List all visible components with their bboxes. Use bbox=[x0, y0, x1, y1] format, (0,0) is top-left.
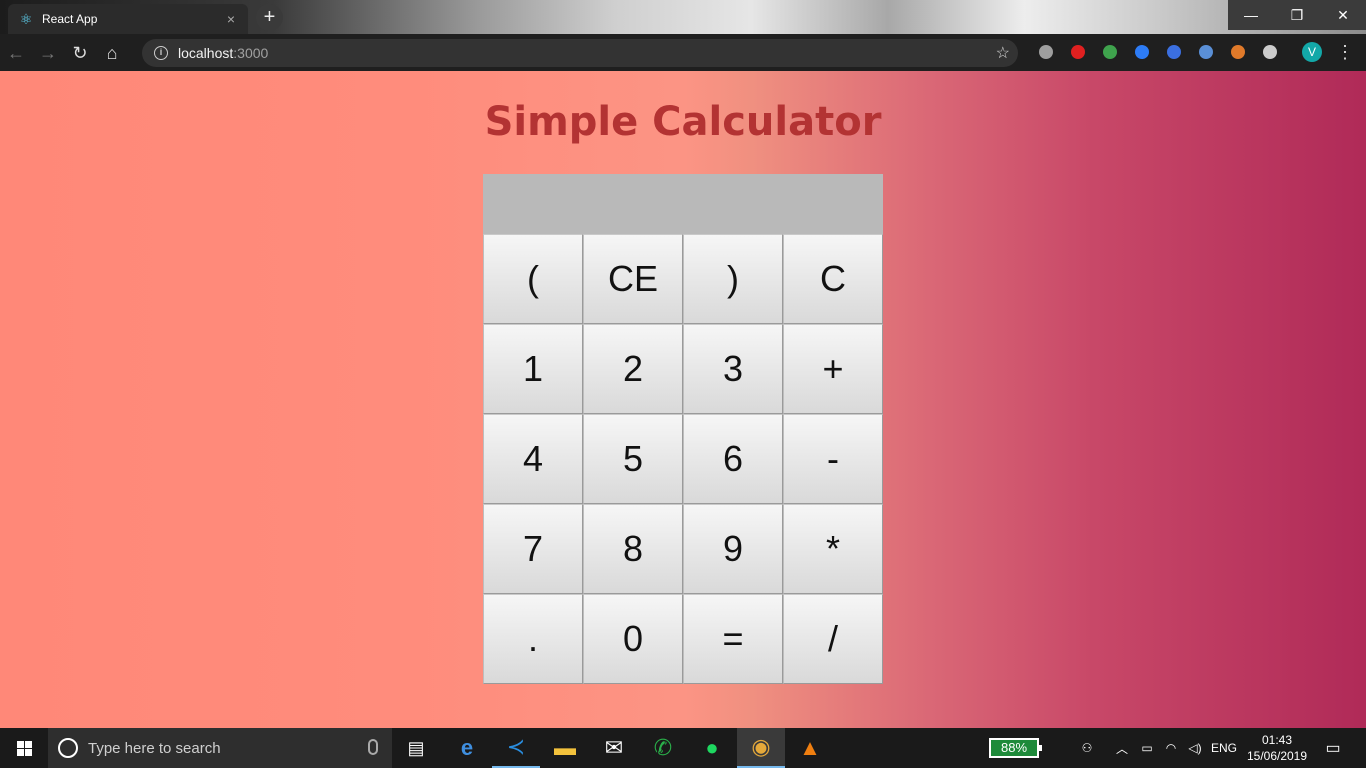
calc-key-13[interactable]: 8 bbox=[583, 504, 683, 594]
battery-icon[interactable]: ▭ bbox=[1136, 728, 1158, 768]
extension-circle-icon[interactable] bbox=[1190, 41, 1222, 63]
url-host: localhost bbox=[178, 45, 234, 61]
taskbar: Type here to search ▤ e ≺ ▬ ✉ ✆ ● ◉ ▲ 88… bbox=[0, 728, 1366, 768]
microphone-icon[interactable] bbox=[368, 739, 378, 755]
calc-key-8[interactable]: 4 bbox=[483, 414, 583, 504]
extension-docs-icon[interactable] bbox=[1030, 41, 1062, 63]
browser-menu-icon[interactable]: ⋮ bbox=[1336, 39, 1354, 65]
clock-time: 01:43 bbox=[1261, 733, 1293, 747]
chrome-icon[interactable]: ◉ bbox=[737, 728, 785, 768]
extension-colorful-icon[interactable] bbox=[1094, 41, 1126, 63]
forward-button[interactable]: → bbox=[32, 38, 64, 68]
react-icon: ⚛ bbox=[19, 11, 33, 27]
page-title: Simple Calculator bbox=[484, 99, 882, 145]
calculator-keypad: (CE) C 1 2 3 +4 5 6- 7 8 9 *. 0 = / bbox=[483, 234, 883, 684]
calc-key-2[interactable]: ) bbox=[683, 234, 783, 324]
volume-icon[interactable]: ◁) bbox=[1184, 728, 1206, 768]
spotify-icon[interactable]: ● bbox=[688, 728, 736, 768]
search-placeholder: Type here to search bbox=[88, 739, 221, 757]
wifi-icon[interactable]: ◠ bbox=[1160, 728, 1182, 768]
calc-key-5[interactable]: 2 bbox=[583, 324, 683, 414]
calc-key-12[interactable]: 7 bbox=[483, 504, 583, 594]
extension-messenger-icon[interactable] bbox=[1126, 41, 1158, 63]
start-button[interactable] bbox=[0, 728, 48, 768]
file-explorer-icon[interactable]: ▬ bbox=[541, 728, 589, 768]
windows-logo-icon bbox=[16, 740, 32, 756]
close-window-button[interactable]: ✕ bbox=[1320, 0, 1366, 30]
calc-key-15[interactable]: * bbox=[783, 504, 883, 594]
battery-indicator[interactable]: 88% bbox=[989, 738, 1042, 758]
url-port: :3000 bbox=[233, 45, 269, 61]
calc-key-9[interactable]: 5 bbox=[583, 414, 683, 504]
notifications-icon[interactable]: ▭ bbox=[1318, 728, 1348, 768]
extensions-bar bbox=[1030, 41, 1286, 63]
site-info-icon[interactable]: i bbox=[154, 46, 168, 60]
home-button[interactable]: ⌂ bbox=[96, 38, 128, 68]
calculator: (CE) C 1 2 3 +4 5 6- 7 8 9 *. 0 = / bbox=[483, 174, 883, 684]
mail-icon[interactable]: ✉ bbox=[590, 728, 638, 768]
whatsapp-icon[interactable]: ✆ bbox=[639, 728, 687, 768]
calc-key-0[interactable]: ( bbox=[483, 234, 583, 324]
new-tab-button[interactable]: + bbox=[256, 4, 283, 31]
maximize-button[interactable]: ❐ bbox=[1274, 0, 1320, 30]
calculator-display bbox=[483, 174, 883, 234]
calc-key-1[interactable]: CE bbox=[583, 234, 683, 324]
show-hidden-icons-chevron-icon[interactable]: ︿ bbox=[1112, 728, 1132, 768]
minimize-button[interactable]: — bbox=[1228, 0, 1274, 30]
calc-key-18[interactable]: = bbox=[683, 594, 783, 684]
back-button[interactable]: ← bbox=[0, 38, 32, 68]
taskbar-search[interactable]: Type here to search bbox=[48, 728, 392, 768]
extension-messenger2-icon[interactable] bbox=[1158, 41, 1190, 63]
bookmark-star-icon[interactable]: ☆ bbox=[996, 43, 1010, 63]
extension-owl-icon[interactable] bbox=[1222, 41, 1254, 63]
tab-close-icon[interactable]: × bbox=[224, 11, 238, 27]
language-indicator[interactable]: ENG bbox=[1208, 728, 1240, 768]
calc-key-3[interactable]: C bbox=[783, 234, 883, 324]
calc-key-16[interactable]: . bbox=[483, 594, 583, 684]
reload-button[interactable]: ↻ bbox=[64, 38, 96, 68]
browser-titlebar: ⚛ React App × + — ❐ ✕ bbox=[0, 0, 1366, 34]
task-view-icon[interactable]: ▤ bbox=[392, 728, 440, 768]
extension-bulb-icon[interactable] bbox=[1254, 41, 1286, 63]
clock[interactable]: 01:43 15/06/2019 bbox=[1242, 732, 1312, 764]
calc-key-11[interactable]: - bbox=[783, 414, 883, 504]
calc-key-10[interactable]: 6 bbox=[683, 414, 783, 504]
people-icon[interactable]: ⚇ bbox=[1074, 728, 1100, 768]
address-bar[interactable]: i localhost:3000 ☆ bbox=[142, 39, 1018, 67]
vscode-icon[interactable]: ≺ bbox=[492, 728, 540, 768]
vlc-icon[interactable]: ▲ bbox=[786, 728, 834, 768]
calc-key-14[interactable]: 9 bbox=[683, 504, 783, 594]
profile-avatar[interactable]: V bbox=[1302, 42, 1322, 62]
page-background: Simple Calculator (CE) C 1 2 3 +4 5 6- 7 8 9 *. 0 = / bbox=[0, 71, 1366, 728]
calc-key-19[interactable]: / bbox=[783, 594, 883, 684]
calc-key-4[interactable]: 1 bbox=[483, 324, 583, 414]
calc-key-6[interactable]: 3 bbox=[683, 324, 783, 414]
browser-tab[interactable]: ⚛ React App × bbox=[8, 4, 248, 34]
extension-adblock-icon[interactable] bbox=[1062, 41, 1094, 63]
calc-key-7[interactable]: + bbox=[783, 324, 883, 414]
tab-title: React App bbox=[42, 12, 98, 26]
cortana-icon bbox=[58, 738, 78, 758]
browser-toolbar: ← → ↻ ⌂ i localhost:3000 ☆ V ⋮ bbox=[0, 34, 1366, 71]
calc-key-17[interactable]: 0 bbox=[583, 594, 683, 684]
edge-icon[interactable]: e bbox=[443, 728, 491, 768]
clock-date: 15/06/2019 bbox=[1246, 749, 1308, 763]
